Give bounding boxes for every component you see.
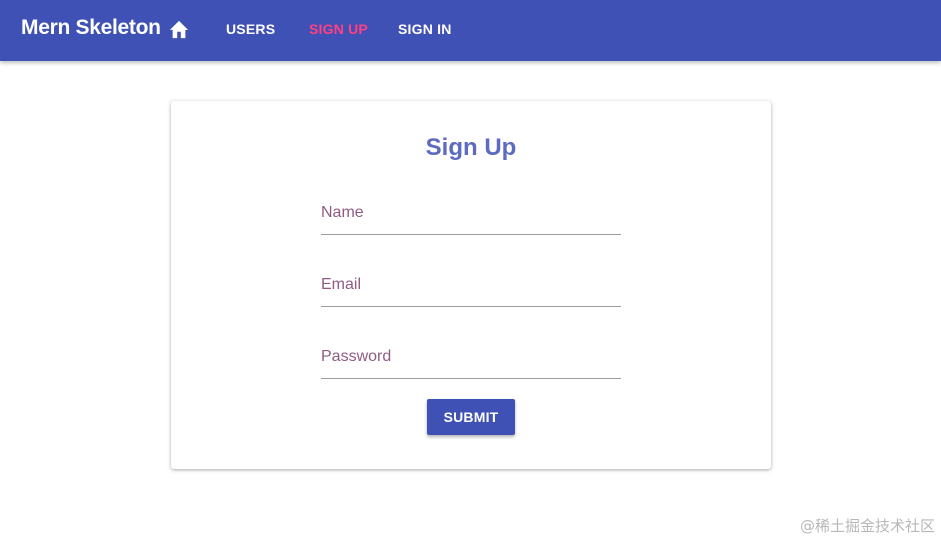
nav-link-sign-up[interactable]: SIGN UP	[309, 21, 368, 37]
app-title: Mern Skeleton	[21, 16, 161, 39]
name-input[interactable]	[321, 199, 621, 234]
email-input[interactable]	[321, 271, 621, 306]
app-bar: Mern Skeleton USERS SIGN UP SIGN IN	[0, 0, 941, 61]
nav-link-sign-in[interactable]: SIGN IN	[398, 21, 452, 37]
password-input[interactable]	[321, 343, 621, 378]
signup-title: Sign Up	[425, 134, 517, 161]
email-field[interactable]: Email	[321, 271, 621, 307]
nav-link-users[interactable]: USERS	[226, 21, 275, 37]
home-button[interactable]	[166, 16, 192, 42]
signup-card: Sign Up Name Email Password SUBMIT	[171, 101, 771, 469]
watermark: @稀土掘金技术社区	[799, 517, 935, 535]
password-field[interactable]: Password	[321, 343, 621, 379]
submit-button[interactable]: SUBMIT	[427, 399, 515, 435]
home-icon	[169, 20, 189, 39]
name-field[interactable]: Name	[321, 199, 621, 235]
